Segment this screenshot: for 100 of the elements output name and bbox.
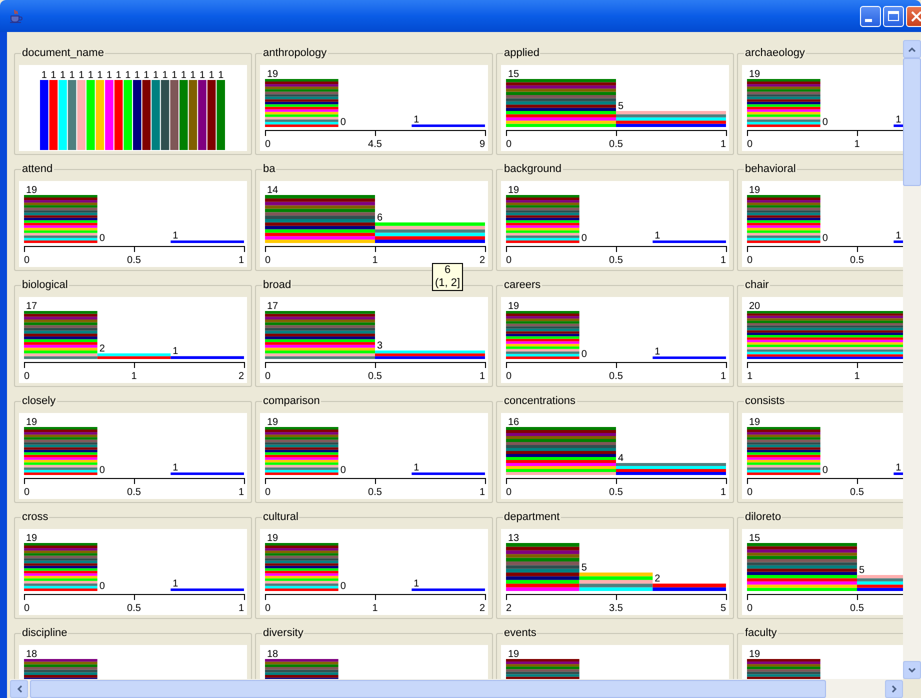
panel-title: faculty <box>744 627 778 640</box>
panel-title: diloreto <box>744 511 782 524</box>
minimize-button[interactable] <box>860 6 881 26</box>
axis-tick-label: 2 <box>479 603 485 614</box>
scroll-thumb[interactable] <box>30 680 826 698</box>
bar-count-label: 19 <box>508 649 520 660</box>
axis-tick-label: 0.5 <box>609 139 623 150</box>
histogram-bar <box>894 124 903 127</box>
bar-count-label: 1 <box>60 70 66 81</box>
axis-tick-label: 0 <box>265 371 271 382</box>
panel-title: discipline <box>21 627 68 640</box>
bar-count-label: 0 <box>340 465 346 476</box>
axis-tick-label: 0 <box>265 139 271 150</box>
bar-count-label: 17 <box>267 301 278 312</box>
bar-count-label: 19 <box>267 417 278 428</box>
panel-title: careers <box>503 279 542 292</box>
bar-count-label: 0 <box>99 581 105 592</box>
axis-tick-label: 1 <box>854 139 860 150</box>
maximize-button[interactable] <box>883 6 904 26</box>
bar-count-label: 19 <box>26 533 38 544</box>
scroll-left-button[interactable] <box>10 680 28 698</box>
scroll-up-button[interactable] <box>903 40 921 58</box>
bar-count-label: 1 <box>414 114 420 126</box>
scroll-thumb[interactable] <box>903 58 921 186</box>
axis-tick-label: 0.5 <box>368 487 382 498</box>
panel-title: applied <box>503 47 540 60</box>
axis-tick-label: 1 <box>238 255 244 266</box>
histogram-bar <box>77 80 86 150</box>
scroll-down-button[interactable] <box>903 661 921 679</box>
bar-count-label: 0 <box>581 349 587 360</box>
bar-count-label: 1 <box>134 70 140 81</box>
panel-title: chair <box>744 279 770 292</box>
bar-count-label: 1 <box>172 70 178 81</box>
axis-tick-label: 3.5 <box>609 603 623 614</box>
axis-tick-label: 0.5 <box>609 255 623 266</box>
axis-tick-label: 1 <box>479 487 485 498</box>
panel-title: attend <box>21 163 54 176</box>
bar-count-label: 16 <box>508 417 520 428</box>
axis-tick-label: 1 <box>479 371 485 382</box>
histogram-bar <box>207 80 216 150</box>
tooltip-text: (1, 2] <box>435 277 460 290</box>
axis-tick-label: 4.5 <box>368 139 382 150</box>
panel-title: document_name <box>21 47 105 60</box>
vertical-scrollbar[interactable] <box>903 40 921 679</box>
axis-tick-label: 0.5 <box>127 255 141 266</box>
bar-count-label: 1 <box>144 70 150 81</box>
bar-count-label: 1 <box>69 70 75 81</box>
axis-tick-label: 2 <box>479 255 485 266</box>
histogram-bar <box>114 80 123 150</box>
bar-count-label: 19 <box>749 417 760 428</box>
bar-count-label: 1 <box>208 70 214 81</box>
bar-count-label: 0 <box>581 233 587 244</box>
axis-tick-label: 1 <box>372 603 378 614</box>
panel-title: comparison <box>262 395 321 408</box>
bar-count-label: 6 <box>377 212 383 224</box>
panel-title: cultural <box>262 511 300 524</box>
histogram-bar <box>96 80 104 150</box>
bar-count-label: 0 <box>822 117 828 128</box>
close-button[interactable] <box>906 6 921 26</box>
chevron-left-icon <box>16 684 22 692</box>
histogram-bar <box>180 80 188 150</box>
chevron-down-icon <box>908 668 916 672</box>
axis-tick-label: 1 <box>720 371 726 382</box>
histogram-bar <box>142 80 151 150</box>
bar-count-label: 1 <box>172 578 178 590</box>
histogram-bar <box>152 80 160 150</box>
bar-count-label: 1 <box>78 70 84 81</box>
bar-count-label: 18 <box>267 649 278 660</box>
bar-count-label: 19 <box>508 301 520 312</box>
panel-title: archaeology <box>744 47 806 60</box>
bar-count-label: 2 <box>654 574 660 585</box>
horizontal-scrollbar[interactable] <box>10 679 903 698</box>
histogram-bar <box>68 80 76 150</box>
close-icon <box>911 10 921 22</box>
axis-tick-label: 0 <box>24 371 30 382</box>
axis-tick-label: 0 <box>265 603 271 614</box>
scroll-right-button[interactable] <box>885 680 903 698</box>
bar-count-label: 19 <box>749 649 760 660</box>
axis-tick-label: 2 <box>506 603 512 614</box>
axis-tick-label: 0.5 <box>368 371 382 382</box>
bar-count-label: 1 <box>654 230 660 242</box>
bar-count-label: 1 <box>172 462 178 474</box>
histogram-bar <box>894 240 903 243</box>
bar-count-label: 1 <box>172 230 178 242</box>
axis-tick-label: 1 <box>238 603 244 614</box>
panel-title: background <box>503 163 562 176</box>
bar-count-label: 1 <box>180 70 186 81</box>
axis-tick-label: 0.5 <box>850 487 864 498</box>
bar-count-label: 0 <box>822 465 828 476</box>
bar-count-label: 18 <box>26 649 38 660</box>
bar-count-label: 1 <box>896 114 902 126</box>
axis-tick-label: 1 <box>238 487 244 498</box>
bar-count-label: 1 <box>172 346 178 358</box>
histogram-bar <box>124 80 132 150</box>
bar-count-label: 1 <box>654 346 660 358</box>
axis-tick-label: 0 <box>506 139 512 150</box>
panel-title: events <box>503 627 538 640</box>
bar-count-label: 5 <box>581 562 587 574</box>
axis-tick-label: 0 <box>24 255 30 266</box>
axis-tick-label: 1 <box>854 371 860 382</box>
